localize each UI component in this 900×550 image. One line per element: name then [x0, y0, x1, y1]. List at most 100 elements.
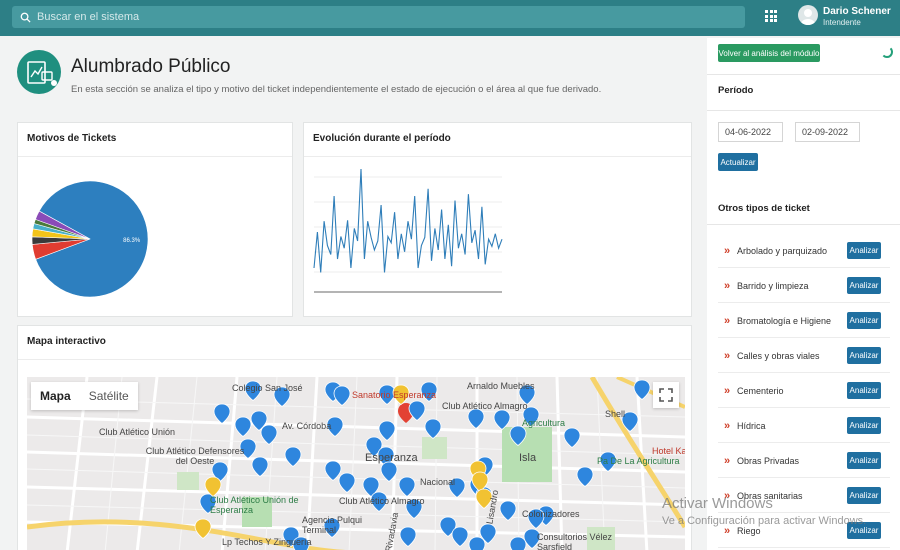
ticket-type-label: Arbolado y parquizado — [737, 246, 828, 256]
ticket-type-label: Bromatología e Higiene — [737, 316, 832, 326]
map-marker-icon[interactable] — [576, 466, 594, 488]
chevron-right-icon: » — [724, 455, 731, 467]
ticket-row: » Barrido y limpieza Analizar — [718, 269, 890, 303]
divider — [707, 74, 900, 75]
update-button[interactable]: Actualizar — [718, 153, 758, 171]
map-marker-icon[interactable] — [509, 536, 527, 550]
map-marker-icon[interactable] — [408, 400, 426, 422]
top-bar: Dario Schener Intendente — [0, 0, 900, 36]
analizar-button[interactable]: Analizar — [847, 417, 881, 434]
analizar-button[interactable]: Analizar — [847, 382, 881, 399]
ticket-row: » Calles y obras viales Analizar — [718, 339, 890, 373]
date-from-input[interactable] — [718, 122, 783, 142]
ticket-type-label: Riego — [737, 526, 761, 536]
ticket-row: » Arbolado y parquizado Analizar — [718, 234, 890, 268]
analizar-button[interactable]: Analizar — [847, 312, 881, 329]
chevron-right-icon: » — [724, 385, 731, 397]
map-type-tabs: Mapa Satélite — [31, 382, 138, 410]
analizar-button[interactable]: Analizar — [847, 452, 881, 469]
ticket-type-label: Calles y obras viales — [737, 351, 820, 361]
map-marker-icon[interactable] — [234, 416, 252, 438]
map-marker-icon[interactable] — [468, 536, 486, 550]
ticket-type-label: Cementerio — [737, 386, 784, 396]
back-to-module-button[interactable]: Volver al análisis del módulo — [718, 44, 820, 62]
map-marker-icon[interactable] — [194, 518, 212, 540]
map-label: Club Atlético Unión de Esperanza — [210, 495, 299, 515]
map-label: Consultorios Vélez Sarsfield — [537, 532, 613, 550]
map-marker-icon[interactable] — [467, 408, 485, 430]
analizar-button[interactable]: Analizar — [847, 347, 881, 364]
map-label: Sanatorio Esperanza — [352, 390, 437, 400]
user-name[interactable]: Dario Schener — [823, 6, 891, 17]
analizar-button[interactable]: Analizar — [847, 487, 881, 504]
evolucion-line-chart — [313, 168, 503, 293]
user-role: Intendente — [823, 18, 861, 27]
map-marker-icon[interactable] — [493, 409, 511, 431]
map-marker-icon[interactable] — [398, 476, 416, 498]
map-label: Colegio San José — [232, 383, 303, 393]
chevron-right-icon: » — [724, 315, 731, 327]
mapa-card: Mapa interactivo Colegio San José Sanato… — [17, 325, 692, 550]
divider — [707, 110, 900, 111]
map-marker-icon[interactable] — [213, 403, 231, 425]
sidebar: Volver al análisis del módulo Período Ac… — [707, 38, 900, 550]
tab-satelite[interactable]: Satélite — [80, 382, 138, 410]
ticket-type-label: Hídrica — [737, 421, 766, 431]
map-marker-icon[interactable] — [424, 418, 442, 440]
map-label: Colonizadores — [522, 509, 580, 519]
map-label: Esperanza — [365, 452, 418, 464]
fullscreen-button[interactable] — [653, 382, 679, 408]
mapa-card-title: Mapa interactivo — [27, 336, 106, 347]
page-title: Alumbrado Público — [71, 56, 231, 77]
map-marker-icon[interactable] — [251, 456, 269, 478]
map-marker-icon[interactable] — [563, 427, 581, 449]
lighting-module-icon — [17, 50, 61, 94]
map-marker-icon[interactable] — [260, 424, 278, 446]
search-bar[interactable] — [12, 6, 745, 28]
analizar-button[interactable]: Analizar — [847, 242, 881, 259]
pie-data-label: 86.3% — [123, 238, 141, 244]
windows-watermark-title: Activar Windows — [662, 495, 773, 512]
map-marker-icon[interactable] — [338, 472, 356, 494]
map-marker-icon[interactable] — [378, 420, 396, 442]
map-marker-icon[interactable] — [284, 446, 302, 468]
map-marker-icon[interactable] — [633, 379, 651, 401]
map-label: Agencia Pulqui Terminal — [302, 515, 363, 535]
evolucion-card: Evolución durante el período — [303, 122, 692, 317]
map-label: Club Atlético Almagro — [339, 496, 425, 506]
apps-grid-icon[interactable] — [765, 10, 777, 22]
tab-mapa[interactable]: Mapa — [31, 382, 80, 410]
map-marker-icon[interactable] — [399, 526, 417, 548]
chevron-right-icon: » — [724, 280, 731, 292]
windows-watermark-subtitle: Ve a Configuración para activar Windows. — [662, 515, 867, 527]
divider — [707, 224, 900, 225]
periodo-heading: Período — [718, 85, 754, 96]
map-label: Club Atlético Unión — [99, 427, 176, 437]
motivos-card-title: Motivos de Tickets — [27, 133, 117, 144]
map-label: Nacional — [420, 477, 456, 487]
map-label: Agricultura — [522, 418, 566, 428]
analizar-button[interactable]: Analizar — [847, 277, 881, 294]
ticket-row: » Hídrica Analizar — [718, 409, 890, 443]
ticket-row: » Cementerio Analizar — [718, 374, 890, 408]
map-marker-icon[interactable] — [333, 385, 351, 407]
motivos-pie-chart: 86.3% — [31, 180, 149, 298]
user-avatar[interactable] — [798, 5, 818, 25]
interactive-map[interactable]: Colegio San José Sanatorio Esperanza Arn… — [27, 377, 685, 550]
motivos-card: Motivos de Tickets 86.3% — [17, 122, 293, 317]
map-label: Lp Techos Y Zinguería — [222, 537, 312, 547]
map-label: Club Atlético Almagro — [442, 401, 528, 411]
map-label: Pa De La Agricultura — [597, 456, 680, 466]
page-description: En esta sección se analiza el tipo y mot… — [71, 84, 602, 95]
search-input[interactable] — [37, 11, 717, 23]
search-icon — [18, 10, 32, 24]
map-marker-icon[interactable] — [451, 526, 469, 548]
chevron-right-icon: » — [724, 350, 731, 362]
map-label: Hotel Ka — [652, 446, 685, 456]
evolution-series-line[interactable] — [313, 168, 503, 273]
evolucion-card-title: Evolución durante el período — [313, 133, 451, 144]
map-label: Av. Córdoba — [282, 421, 332, 431]
map-label: Club Atlético Defensores del Oeste — [145, 446, 245, 466]
date-to-input[interactable] — [795, 122, 860, 142]
chevron-right-icon: » — [724, 420, 731, 432]
